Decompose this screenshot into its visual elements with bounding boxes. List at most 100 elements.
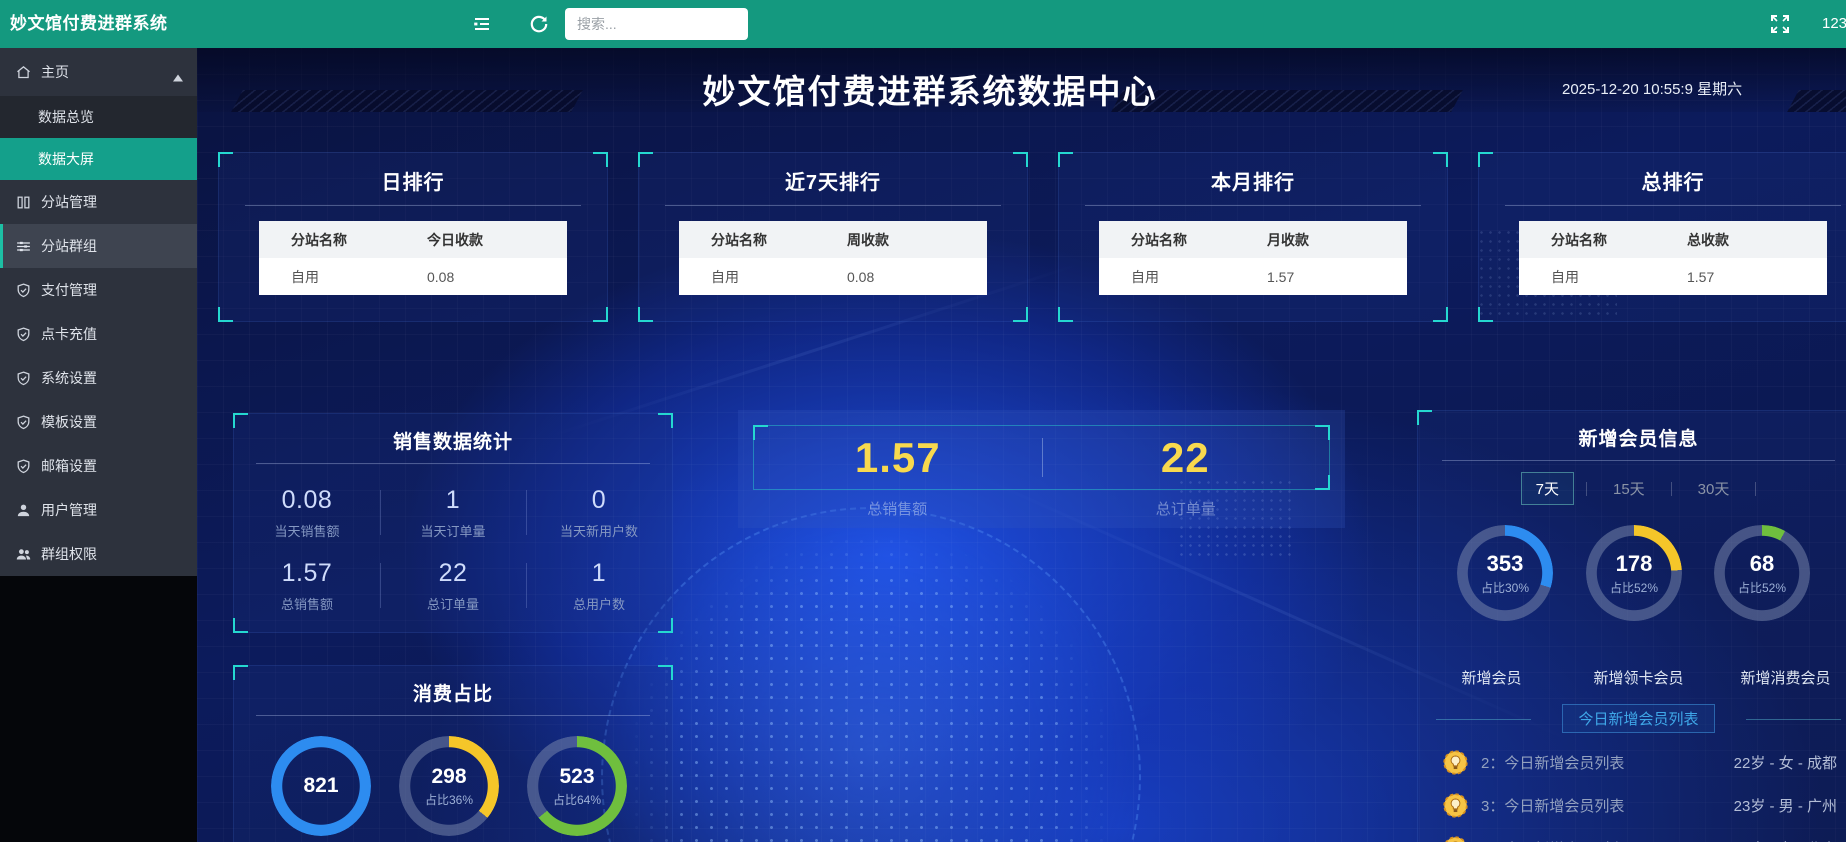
- table-row: 自用 0.08: [259, 258, 567, 295]
- period-tabs: 7天 15天 30天: [1418, 472, 1846, 505]
- stat-label: 当天订单量: [380, 521, 526, 540]
- corner-accent: [593, 152, 608, 167]
- sidebar-item-label: 用户管理: [41, 500, 97, 520]
- member-detail: 22岁 - 女 - 成都: [1734, 752, 1837, 773]
- column-header: 总收款: [1673, 230, 1827, 250]
- sidebar-item-home[interactable]: 主页: [0, 48, 197, 96]
- member-donuts: 353 占比30% 178 占比52% 68 占比52%: [1418, 513, 1846, 663]
- stat-value: 0: [526, 486, 672, 515]
- lightbulb-icon: [1442, 792, 1469, 819]
- sidebar-item-card-recharge[interactable]: 点卡充值: [0, 312, 197, 356]
- sidebar-item-label: 分站群组: [41, 236, 97, 256]
- list-item[interactable]: 4：今日新增会员列表 24岁 - 女 - 北京: [1418, 827, 1846, 842]
- donut-label: 新增领卡会员: [1565, 667, 1712, 688]
- consumption-card: 消费占比 821 298 占比36% 523 占比64%: [233, 665, 673, 842]
- sidebar-item-data-overview[interactable]: 数据总览: [0, 96, 197, 138]
- totals-labels: 总销售额 总订单量: [753, 498, 1330, 519]
- card-title: 近7天排行: [639, 166, 1027, 195]
- corner-accent: [1058, 152, 1073, 167]
- sidebar-item-mail-settings[interactable]: 邮箱设置: [0, 444, 197, 488]
- column-header: 分站名称: [1519, 230, 1673, 250]
- member-donut-labels: 新增会员 新增领卡会员 新增消费会员: [1418, 667, 1846, 688]
- search-input[interactable]: [565, 8, 748, 40]
- stat-value: 22: [380, 559, 526, 588]
- stat-label: 当天销售额: [234, 521, 380, 540]
- stat-value: 1.57: [234, 559, 380, 588]
- table-header: 分站名称 总收款: [1519, 221, 1827, 258]
- username-label[interactable]: 123: [1822, 0, 1846, 48]
- sidebar-item-system-settings[interactable]: 系统设置: [0, 356, 197, 400]
- card-title: 总排行: [1479, 166, 1846, 195]
- totals-panel: 1.57 22 总销售额 总订单量: [738, 410, 1345, 528]
- donut-value: 298: [431, 765, 466, 789]
- cell-amount: 1.57: [1253, 269, 1407, 285]
- rank-card-month: 本月排行 分站名称 月收款 自用 1.57: [1058, 152, 1448, 322]
- sidebar-item-label: 主页: [41, 62, 69, 82]
- columns-icon: [15, 194, 32, 211]
- donut-percent: 占比52%: [1610, 579, 1658, 596]
- sidebar-item-group-permission[interactable]: 群组权限: [0, 532, 197, 576]
- member-list: 2：今日新增会员列表 22岁 - 女 - 成都 3：今日新增会员列表 23岁 -…: [1418, 741, 1846, 842]
- lightbulb-icon: [1442, 749, 1469, 776]
- title-divider: [245, 205, 581, 206]
- total-orders-value: 22: [1042, 426, 1330, 489]
- member-text: 2：今日新增会员列表: [1481, 752, 1624, 773]
- stat-today-orders: 1 当天订单量: [380, 476, 526, 549]
- corner-accent: [218, 307, 233, 322]
- stats-grid: 0.08 当天销售额 1 当天订单量 0 当天新用户数 1.57 总销售额 22…: [234, 476, 672, 622]
- card-title: 新增会员信息: [1418, 424, 1846, 451]
- app-title: 妙文馆付费进群系统: [0, 0, 197, 48]
- shield-check-icon: [15, 282, 32, 299]
- donut-value: 523: [559, 765, 594, 789]
- rank-card-daily: 日排行 分站名称 今日收款 自用 0.08: [218, 152, 608, 322]
- table-row: 自用 1.57: [1519, 258, 1827, 295]
- card-title: 本月排行: [1059, 166, 1447, 195]
- title-divider: [1505, 205, 1841, 206]
- sidebar-item-substation-group[interactable]: 分站群组: [0, 224, 197, 268]
- list-item[interactable]: 2：今日新增会员列表 22岁 - 女 - 成都: [1418, 741, 1846, 784]
- corner-accent: [638, 307, 653, 322]
- title-divider: [665, 205, 1001, 206]
- topbar: 妙文馆付费进群系统 123: [0, 0, 1846, 48]
- stat-label: 总销售额: [234, 594, 380, 613]
- corner-accent: [218, 152, 233, 167]
- globe-graphic: [601, 507, 1141, 842]
- donut-chart-card-members: 178 占比52%: [1586, 525, 1682, 621]
- refresh-icon[interactable]: [527, 12, 551, 36]
- sidebar-toggle-icon[interactable]: [470, 12, 494, 36]
- sidebar-item-label: 数据总览: [38, 107, 94, 127]
- member-text: 3：今日新增会员列表: [1481, 795, 1624, 816]
- column-header: 分站名称: [1099, 230, 1253, 250]
- cell-site-name: 自用: [1519, 267, 1673, 287]
- cell-amount: 0.08: [833, 269, 987, 285]
- stat-value: 1: [526, 559, 672, 588]
- rank-card-total: 总排行 分站名称 总收款 自用 1.57: [1478, 152, 1846, 322]
- table-row: 自用 0.08: [679, 258, 987, 295]
- column-header: 周收款: [833, 230, 987, 250]
- sidebar-item-substation-manage[interactable]: 分站管理: [0, 180, 197, 224]
- cell-site-name: 自用: [259, 267, 413, 287]
- cell-site-name: 自用: [679, 267, 833, 287]
- home-icon: [15, 64, 32, 81]
- donut-chart-consumption-2: 298 占比36%: [399, 736, 499, 836]
- corner-accent: [1433, 152, 1448, 167]
- member-list-title-button[interactable]: 今日新增会员列表: [1562, 704, 1714, 733]
- tab-7days[interactable]: 7天: [1521, 472, 1574, 505]
- sidebar-item-data-screen[interactable]: 数据大屏: [0, 138, 197, 180]
- sidebar-item-label: 邮箱设置: [41, 456, 97, 476]
- fullscreen-icon[interactable]: [1768, 12, 1792, 36]
- sidebar-item-template-settings[interactable]: 模板设置: [0, 400, 197, 444]
- list-item[interactable]: 3：今日新增会员列表 23岁 - 男 - 广州: [1418, 784, 1846, 827]
- table-row: 自用 1.57: [1099, 258, 1407, 295]
- tab-30days[interactable]: 30天: [1684, 473, 1744, 504]
- tab-15days[interactable]: 15天: [1599, 473, 1659, 504]
- member-detail: 24岁 - 女 - 北京: [1734, 838, 1837, 842]
- donut-chart-new-members: 353 占比30%: [1457, 525, 1553, 621]
- tab-separator: [1755, 482, 1756, 496]
- tab-separator: [1586, 482, 1587, 496]
- sidebar-item-payment-manage[interactable]: 支付管理: [0, 268, 197, 312]
- table-header: 分站名称 周收款: [679, 221, 987, 258]
- sidebar-item-user-manage[interactable]: 用户管理: [0, 488, 197, 532]
- column-header: 今日收款: [413, 230, 567, 250]
- title-divider: [1442, 460, 1835, 461]
